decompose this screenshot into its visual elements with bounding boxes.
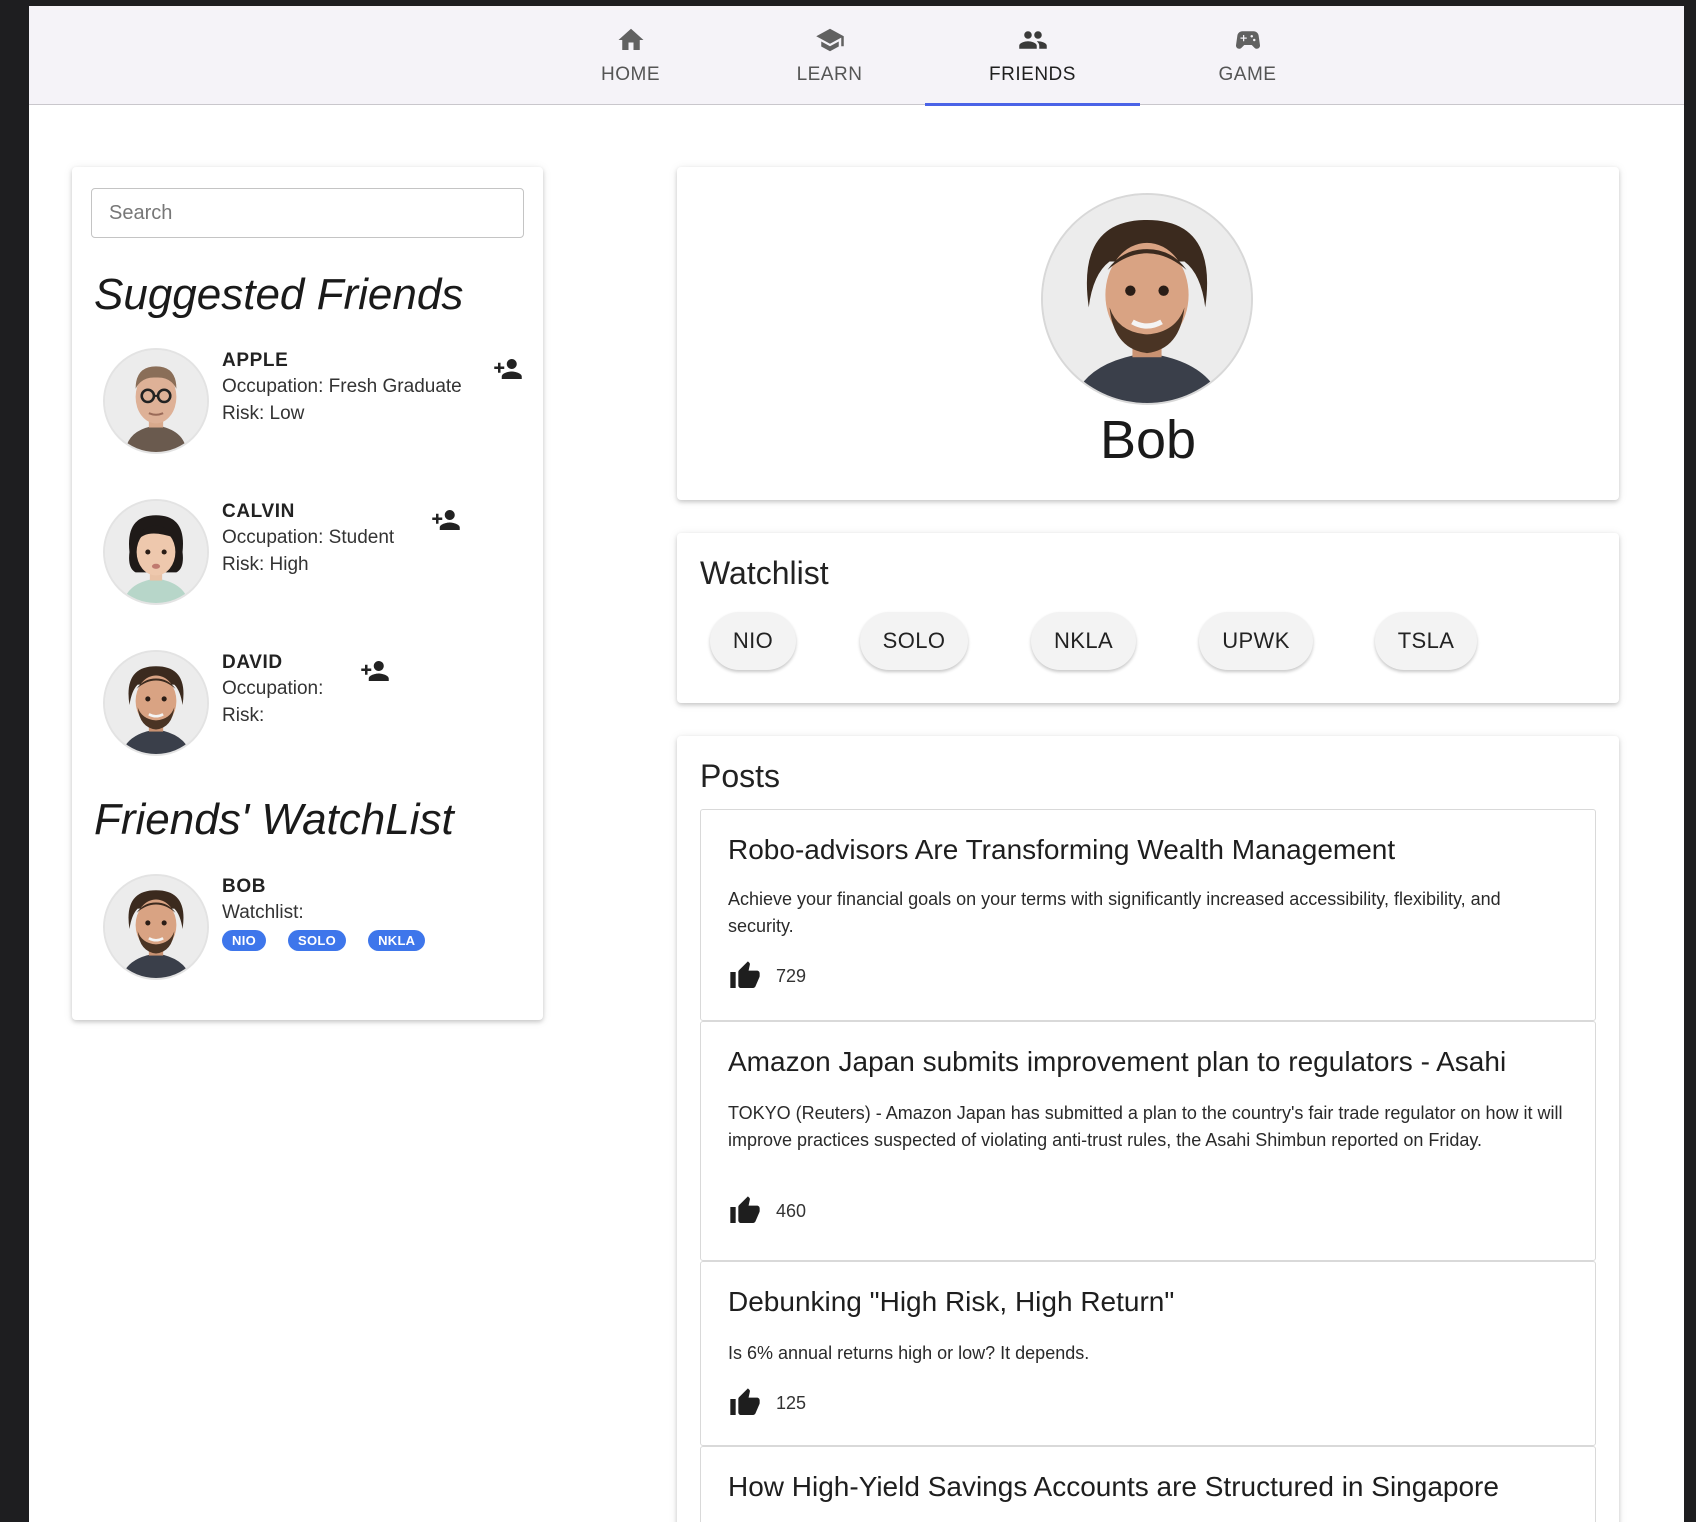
profile-name: Bob xyxy=(1099,410,1197,470)
suggested-friend-david: DAVID Occupation: Risk: xyxy=(72,650,543,760)
ticker-chip[interactable]: NIO xyxy=(222,930,267,951)
post-body: Achieve your financial goals on your ter… xyxy=(728,889,1501,936)
tab-home-label: HOME xyxy=(601,64,660,85)
friend-occupation: Occupation: xyxy=(222,678,324,699)
watchlist-chip-nkla[interactable]: NKLA xyxy=(1031,612,1136,670)
thumbs-up-icon[interactable] xyxy=(728,1195,762,1227)
friend-name: DAVID xyxy=(222,652,283,673)
friend-watchlist-bob: BOB Watchlist: NIO SOLO NKLA xyxy=(72,874,543,984)
avatar xyxy=(103,348,209,454)
tab-game[interactable]: GAME xyxy=(1140,6,1355,105)
suggested-friend-apple: APPLE Occupation: Fresh Graduate Risk: L… xyxy=(72,348,543,458)
add-friend-icon[interactable] xyxy=(490,354,526,384)
tab-friends-label: FRIENDS xyxy=(989,64,1076,85)
friend-risk: Risk: High xyxy=(222,554,309,575)
like-count: 460 xyxy=(776,1201,807,1221)
suggested-friend-calvin: CALVIN Occupation: Student Risk: High xyxy=(72,499,543,609)
profile-avatar xyxy=(1041,193,1253,405)
add-friend-icon[interactable] xyxy=(428,505,464,535)
ticker-chip[interactable]: NKLA xyxy=(368,930,426,951)
avatar xyxy=(103,499,209,605)
search-input[interactable] xyxy=(91,188,524,238)
tab-home[interactable]: HOME xyxy=(523,6,738,105)
ticker-chip[interactable]: SOLO xyxy=(288,930,347,951)
app-window: HOME LEARN FRIENDS GAME Suggested Friend… xyxy=(29,6,1684,1522)
people-icon xyxy=(1018,31,1047,49)
post-body: Is 6% annual returns high or low? It dep… xyxy=(728,1343,1090,1363)
friend-risk: Risk: Low xyxy=(222,403,305,424)
tab-friends[interactable]: FRIENDS xyxy=(925,6,1140,106)
add-friend-icon[interactable] xyxy=(357,656,393,686)
post-title: How High-Yield Savings Accounts are Stru… xyxy=(728,1471,1499,1502)
watchlist-card: Watchlist NIO SOLO NKLA UPWK TSLA xyxy=(677,533,1619,703)
watchlist-label: Watchlist: xyxy=(222,902,304,923)
like-count: 729 xyxy=(776,966,807,986)
friend-name: APPLE xyxy=(222,350,289,371)
home-icon xyxy=(618,28,643,50)
top-navigation: HOME LEARN FRIENDS GAME xyxy=(29,6,1684,106)
suggested-friends-title: Suggested Friends xyxy=(94,270,464,319)
posts-card: Posts Robo-advisors Are Transforming Wea… xyxy=(677,736,1619,1522)
watchlist-chip-tsla[interactable]: TSLA xyxy=(1375,612,1477,670)
post-title: Robo-advisors Are Transforming Wealth Ma… xyxy=(728,834,1396,865)
friends-watchlist-title: Friends' WatchList xyxy=(94,795,454,844)
friend-name: BOB xyxy=(222,876,267,897)
post-card[interactable]: Amazon Japan submits improvement plan to… xyxy=(700,1021,1596,1261)
gamepad-icon xyxy=(1235,31,1260,49)
friend-risk: Risk: xyxy=(222,705,265,726)
post-title: Debunking "High Risk, High Return" xyxy=(728,1286,1175,1317)
like-count: 125 xyxy=(776,1393,807,1413)
profile-card: Bob xyxy=(677,167,1619,500)
school-icon xyxy=(815,28,844,52)
post-title: Amazon Japan submits improvement plan to… xyxy=(728,1046,1507,1077)
post-card[interactable]: Robo-advisors Are Transforming Wealth Ma… xyxy=(700,809,1596,1021)
tab-game-label: GAME xyxy=(1218,64,1277,85)
tab-learn-label: LEARN xyxy=(796,64,863,85)
watchlist-chip-upwk[interactable]: UPWK xyxy=(1199,612,1313,670)
post-body: TOKYO (Reuters) - Amazon Japan has submi… xyxy=(728,1103,1563,1150)
watchlist-chip-solo[interactable]: SOLO xyxy=(860,612,968,670)
active-tab-indicator xyxy=(925,103,1140,106)
friend-occupation: Occupation: Student xyxy=(222,527,395,548)
tab-learn[interactable]: LEARN xyxy=(722,6,937,105)
posts-title: Posts xyxy=(700,758,781,794)
thumbs-up-icon[interactable] xyxy=(728,960,762,992)
post-card[interactable]: Debunking "High Risk, High Return" Is 6%… xyxy=(700,1261,1596,1446)
friend-occupation: Occupation: Fresh Graduate xyxy=(222,376,462,397)
friend-watchlist-chips: NIO SOLO NKLA xyxy=(222,930,426,951)
friends-sidebar: Suggested Friends APPLE Occupation: Fres… xyxy=(72,167,543,1020)
watchlist-title: Watchlist xyxy=(700,555,829,591)
friend-name: CALVIN xyxy=(222,501,295,522)
post-card[interactable]: How High-Yield Savings Accounts are Stru… xyxy=(700,1446,1596,1522)
watchlist-chip-nio[interactable]: NIO xyxy=(710,612,796,670)
thumbs-up-icon[interactable] xyxy=(728,1387,762,1419)
avatar xyxy=(103,650,209,756)
avatar xyxy=(103,874,209,980)
